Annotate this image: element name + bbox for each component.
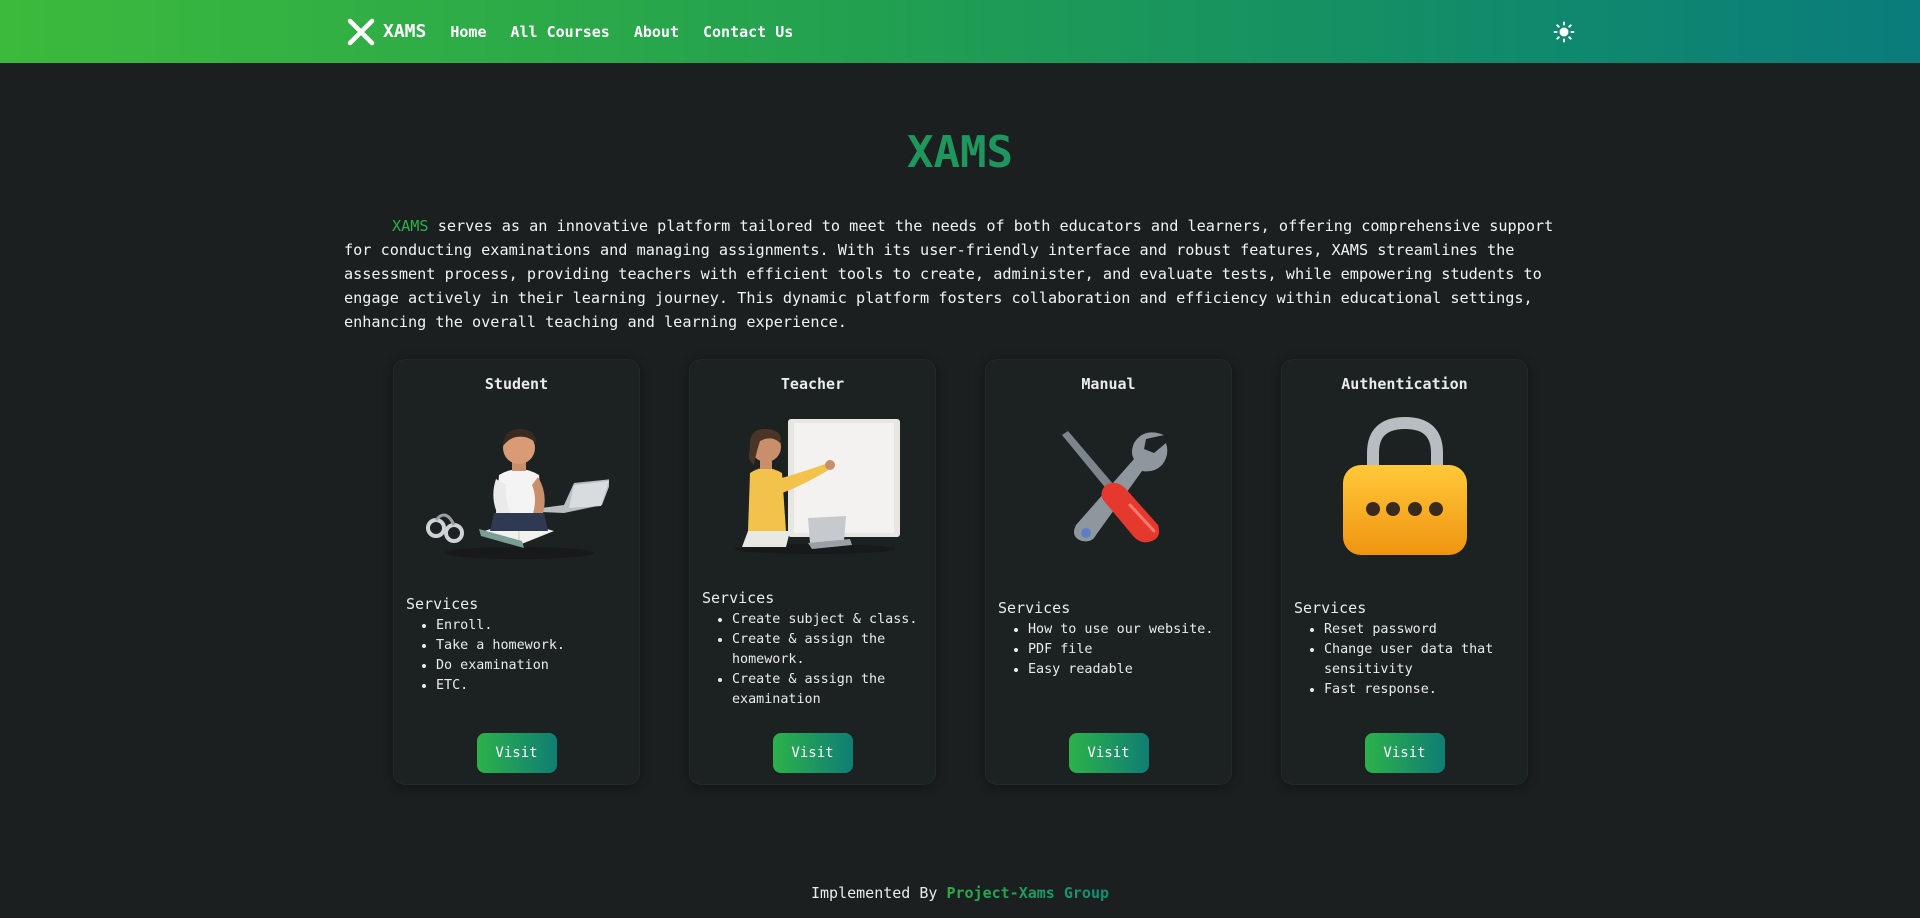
nav-link-about[interactable]: About	[634, 23, 679, 41]
sun-icon[interactable]	[1553, 21, 1575, 43]
list-item: Enroll.	[436, 616, 629, 636]
intro-paragraph: XAMS serves as an innovative platform ta…	[344, 214, 1569, 334]
navbar: XAMS Home All Courses About Contact Us	[0, 0, 1920, 63]
tools-illustration	[1061, 431, 1167, 543]
list-item: Take a homework.	[436, 636, 629, 656]
list-item: Reset password	[1324, 620, 1517, 640]
list-item: Do examination	[436, 656, 629, 676]
list-item: Create subject & class.	[732, 610, 925, 630]
card-teacher: Teacher Services Create subject & class.…	[689, 359, 936, 785]
services-section: Services Reset password Change user data…	[1294, 598, 1517, 700]
services-list: Create subject & class. Create & assign …	[702, 610, 925, 710]
services-list: Reset password Change user data that sen…	[1294, 620, 1517, 700]
brand-name: XAMS	[383, 21, 427, 42]
nav-inner: XAMS Home All Courses About Contact Us	[347, 18, 817, 46]
visit-button-manual[interactable]: Visit	[1068, 733, 1149, 773]
services-section: Services How to use our website. PDF fil…	[998, 598, 1221, 680]
card-student: Student Services Enroll. Take a homework…	[393, 359, 640, 785]
intro-text: serves as an innovative platform tailore…	[344, 217, 1554, 331]
x-logo-icon	[347, 18, 375, 45]
card-title: Manual	[1081, 375, 1136, 393]
service-cards: Student Services Enroll. Take a homework…	[393, 359, 1528, 785]
services-heading: Services	[406, 595, 479, 613]
teacher-illustration	[735, 419, 900, 554]
services-list: Enroll. Take a homework. Do examination …	[406, 616, 629, 696]
services-section: Services Enroll. Take a homework. Do exa…	[406, 594, 629, 696]
services-list: How to use our website. PDF file Easy re…	[998, 620, 1221, 680]
visit-button-student[interactable]: Visit	[476, 733, 557, 773]
student-illustration	[426, 428, 609, 559]
list-item: ETC.	[436, 676, 629, 696]
services-heading: Services	[1294, 599, 1367, 617]
visit-button-teacher[interactable]: Visit	[772, 733, 853, 773]
intro-brand-accent: XAMS	[392, 217, 429, 235]
card-manual: Manual Services How to use our website. …	[985, 359, 1232, 785]
list-item: Change user data that sensitivity	[1324, 640, 1517, 680]
card-title: Teacher	[780, 375, 845, 393]
card-title: Authentication	[1341, 375, 1468, 393]
list-item: PDF file	[1028, 640, 1221, 660]
services-heading: Services	[998, 599, 1071, 617]
list-item: Create & assign the homework.	[732, 630, 925, 670]
footer-prefix: Implemented By	[810, 884, 938, 902]
brand-logo[interactable]: XAMS	[347, 18, 426, 46]
list-item: Create & assign the examination	[732, 670, 925, 710]
card-title: Student	[484, 375, 549, 393]
page-title: XAMS	[0, 63, 1920, 181]
footer: Implemented By Project-Xams Group	[0, 884, 1920, 902]
footer-group-link[interactable]: Project-Xams Group	[946, 884, 1109, 902]
list-item: How to use our website.	[1028, 620, 1221, 640]
nav-link-contact-us[interactable]: Contact Us	[703, 23, 793, 41]
list-item: Easy readable	[1028, 660, 1221, 680]
visit-button-authentication[interactable]: Visit	[1364, 733, 1445, 773]
services-heading: Services	[702, 589, 775, 607]
nav-link-all-courses[interactable]: All Courses	[510, 23, 609, 41]
card-authentication: Authentication Services Reset password C…	[1281, 359, 1528, 785]
list-item: Fast response.	[1324, 680, 1517, 700]
services-section: Services Create subject & class. Create …	[702, 588, 925, 710]
padlock-illustration	[1342, 416, 1467, 555]
nav-link-home[interactable]: Home	[450, 23, 486, 41]
